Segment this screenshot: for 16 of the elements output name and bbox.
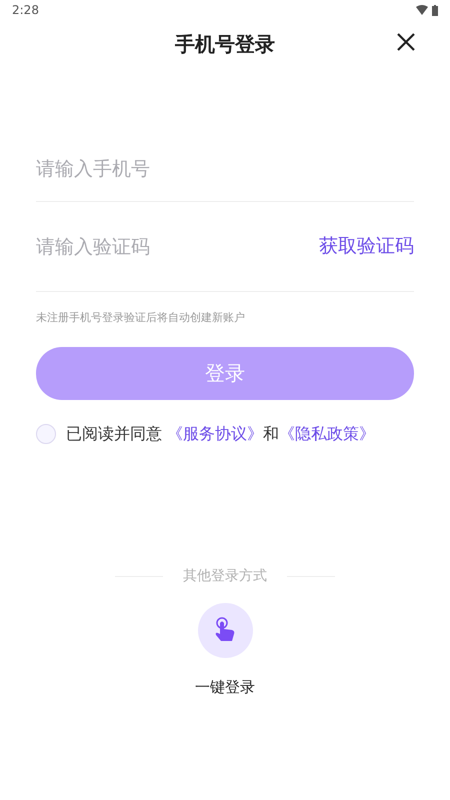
privacy-policy-link[interactable]: 《隐私政策》: [279, 424, 376, 442]
other-methods-heading: 其他登录方式: [183, 566, 267, 586]
close-icon: [396, 32, 416, 52]
get-code-link[interactable]: 获取验证码: [319, 232, 414, 261]
status-time: 2:28: [12, 2, 39, 19]
signup-hint: 未注册手机号登录验证后将自动创建新账户: [36, 310, 246, 326]
service-agreement-link[interactable]: 《服务协议》: [167, 424, 264, 442]
code-input-field[interactable]: 请输入验证码: [36, 226, 319, 266]
agreement-text: 已阅读并同意 《服务协议》和《隐私政策》: [66, 422, 376, 444]
battery-icon: [432, 4, 438, 16]
tap-hand-icon: [213, 617, 237, 643]
wifi-icon: [416, 5, 428, 15]
agreement-checkbox[interactable]: [36, 424, 56, 444]
page-title: 手机号登录: [175, 31, 275, 58]
phone-input-field[interactable]: 请输入手机号: [36, 136, 414, 202]
one-tap-login-label: 一键登录: [195, 676, 255, 698]
